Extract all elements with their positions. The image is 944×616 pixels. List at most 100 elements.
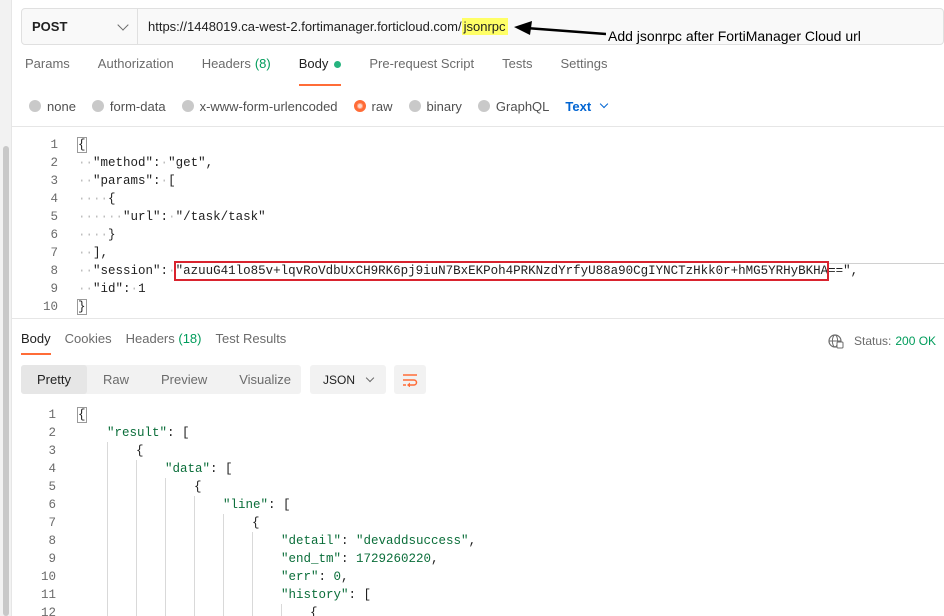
- tab-label: Params: [25, 56, 70, 71]
- divider: [12, 126, 944, 127]
- indent-guide: [165, 478, 166, 616]
- resp-line-6: "line": [: [223, 498, 291, 512]
- url-prefix: https://1448019.ca-west-2.fortimanager.f…: [148, 19, 462, 34]
- tab-count: (8): [254, 56, 271, 71]
- tab-response-headers[interactable]: Headers (18): [126, 331, 202, 353]
- view-visualize[interactable]: Visualize: [223, 365, 307, 394]
- line-number: 5: [48, 480, 56, 494]
- resp-line-4: "data": [: [165, 462, 233, 476]
- code-line-4: ····{: [78, 192, 116, 206]
- bracket: {: [77, 137, 87, 153]
- json-value: "get": [168, 156, 206, 170]
- radio-form-data[interactable]: form-data: [91, 99, 166, 114]
- view-mode-bar: Pretty Raw Preview Visualize: [21, 365, 301, 394]
- json-key: "err": [281, 570, 319, 584]
- bracket: ],: [93, 246, 109, 260]
- request-tabs: Params Authorization Headers (8) Body Pre…: [25, 56, 635, 86]
- radio-binary[interactable]: binary: [408, 98, 462, 114]
- session-highlight-box: [174, 261, 829, 281]
- tab-test-results[interactable]: Test Results: [216, 331, 287, 353]
- resp-line-5: {: [194, 480, 202, 494]
- line-number: 7: [50, 246, 58, 260]
- radio-circle-icon: [29, 100, 41, 112]
- wrap-icon: [403, 373, 418, 387]
- json-key: "session": [93, 264, 161, 278]
- response-status: Status: 200 OK: [828, 333, 936, 349]
- bracket: {: [310, 606, 318, 616]
- code-line-9: ··"id":·1: [78, 282, 146, 296]
- line-number: 9: [48, 552, 56, 566]
- tab-params[interactable]: Params: [25, 56, 70, 86]
- radio-label: x-www-form-urlencoded: [199, 98, 338, 114]
- chevron-down-icon: [365, 373, 375, 382]
- json-key: "url": [123, 210, 161, 224]
- radio-none[interactable]: none: [29, 99, 76, 114]
- line-number: 4: [48, 462, 56, 476]
- bracket: [: [225, 462, 233, 476]
- tab-label: Settings: [560, 56, 608, 71]
- line-number: 8: [48, 534, 56, 548]
- code-line-5: ······"url":·"/task/task": [78, 210, 266, 224]
- tab-body[interactable]: Body: [298, 56, 342, 86]
- tab-pre-request-script[interactable]: Pre-request Script: [369, 56, 474, 86]
- body-type-radios: none form-data x-www-form-urlencoded raw…: [29, 97, 609, 115]
- globe-icon[interactable]: [828, 333, 844, 349]
- line-number: 3: [48, 444, 56, 458]
- resp-line-1: {: [77, 407, 87, 423]
- json-key: "method": [93, 156, 154, 170]
- tab-authorization[interactable]: Authorization: [98, 56, 174, 86]
- line-number: 8: [50, 264, 58, 278]
- radio-raw[interactable]: raw: [353, 99, 393, 114]
- tab-settings[interactable]: Settings: [560, 56, 607, 86]
- json-key: "result": [107, 426, 168, 440]
- view-preview[interactable]: Preview: [145, 365, 223, 394]
- radio-label: GraphQL: [495, 98, 550, 114]
- json-value: [: [168, 174, 176, 188]
- json-value: "/task/task": [175, 210, 266, 224]
- radio-x-www-form-urlencoded[interactable]: x-www-form-urlencoded: [181, 98, 338, 114]
- line-number: 10: [40, 570, 56, 584]
- tab-response-body[interactable]: Body: [21, 331, 51, 355]
- response-format-select[interactable]: JSON: [310, 365, 386, 394]
- view-pretty[interactable]: Pretty: [21, 365, 87, 394]
- line-number: 3: [50, 174, 58, 188]
- json-key: "end_tm": [281, 552, 342, 566]
- bracket: {: [77, 407, 87, 423]
- left-scrollbar-thumb[interactable]: [3, 146, 9, 616]
- tab-label: Pre-request Script: [369, 56, 475, 71]
- radio-label: binary: [426, 98, 462, 114]
- view-raw[interactable]: Raw: [87, 365, 145, 394]
- bracket: [: [283, 498, 291, 512]
- line-number: 2: [48, 426, 56, 440]
- line-number: 1: [48, 408, 56, 422]
- line-number: 1: [50, 138, 58, 152]
- indent-guide: [281, 604, 282, 616]
- radio-graphql[interactable]: GraphQL: [477, 98, 550, 114]
- status-value: 200 OK: [895, 334, 937, 348]
- indent-guide: [194, 496, 195, 616]
- response-tabs: Body Cookies Headers (18) Test Results: [21, 331, 300, 355]
- url-highlight: jsonrpc: [461, 18, 508, 35]
- status-dot-icon: [334, 61, 342, 68]
- json-key: "detail": [281, 534, 342, 548]
- method-label: POST: [32, 19, 68, 34]
- resp-line-2: "result": [: [107, 426, 190, 440]
- bracket: }: [77, 299, 87, 315]
- bracket: {: [252, 516, 260, 530]
- tab-tests[interactable]: Tests: [502, 56, 532, 86]
- tab-headers[interactable]: Headers (8): [202, 56, 271, 86]
- code-line-2: ··"method":·"get",: [78, 156, 214, 170]
- wrap-lines-button[interactable]: [394, 365, 426, 394]
- body-format-select[interactable]: Text: [565, 99, 609, 114]
- json-key: "params": [93, 174, 154, 188]
- tab-count: (18): [178, 331, 202, 346]
- json-value: 1729260220: [356, 552, 432, 566]
- tab-cookies[interactable]: Cookies: [65, 331, 112, 353]
- tab-label: Headers: [125, 331, 175, 346]
- line-number: 6: [48, 498, 56, 512]
- tab-label: Body: [298, 56, 329, 71]
- tab-label: Tests: [502, 56, 533, 71]
- resp-line-3: {: [136, 444, 144, 458]
- resp-line-11: "history": [: [281, 588, 372, 602]
- method-select[interactable]: POST: [22, 9, 138, 44]
